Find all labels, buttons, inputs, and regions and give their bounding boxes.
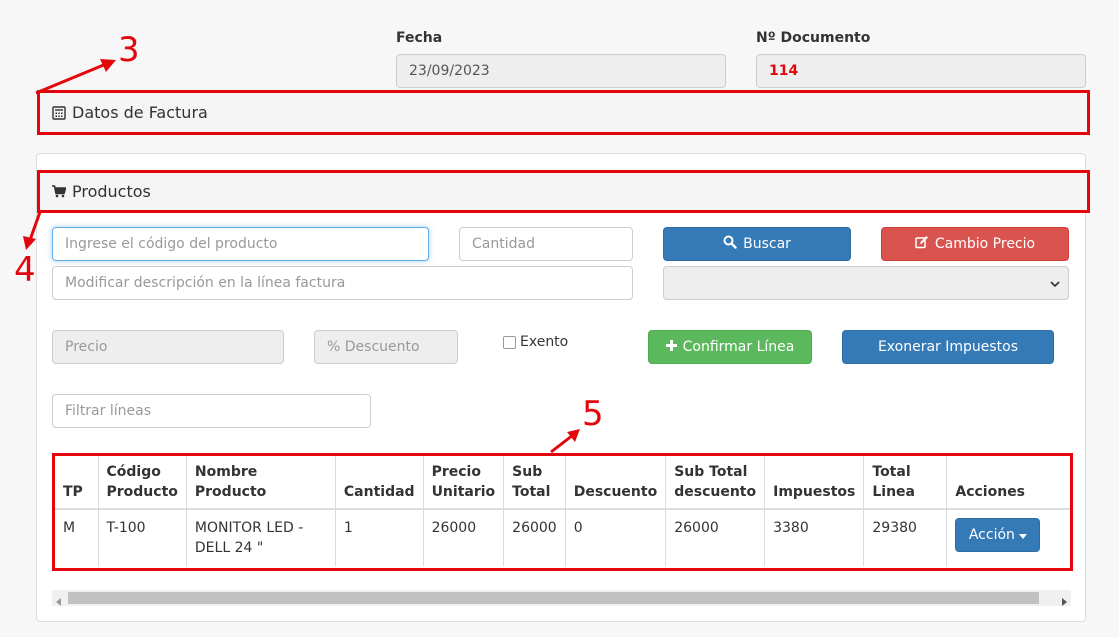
- horizontal-scrollbar[interactable]: [52, 590, 1071, 606]
- col-cantidad: Cantidad: [335, 456, 424, 510]
- col-subtotal-descuento: Sub Total descuento: [665, 456, 766, 510]
- scrollbar-thumb[interactable]: [68, 592, 1039, 604]
- col-subtotal: Sub Total: [503, 456, 566, 510]
- exonerar-label: Exonerar Impuestos: [877, 339, 1019, 355]
- cell-subtotal-descuento: 26000: [665, 509, 766, 566]
- documento-label: Nº Documento: [756, 30, 871, 46]
- col-acciones: Acciones: [946, 456, 1070, 510]
- cell-impuestos: 3380: [764, 509, 865, 566]
- cart-icon: [52, 185, 66, 198]
- cell-acciones: Acción: [947, 509, 1070, 566]
- cell-codigo: T-100: [98, 509, 187, 566]
- cell-precio: 26000: [423, 509, 505, 566]
- annotation-5: 5: [582, 394, 604, 434]
- confirmar-linea-button[interactable]: Confirmar Línea: [648, 330, 812, 364]
- calculator-icon: [52, 105, 66, 120]
- descripcion-input[interactable]: Modificar descripción en la línea factur…: [52, 266, 633, 300]
- fecha-field[interactable]: 23/09/2023: [396, 54, 726, 88]
- col-nombre: Nombre Producto: [186, 456, 336, 510]
- exento-checkbox[interactable]: [503, 335, 516, 349]
- col-tp: TP: [55, 456, 99, 510]
- buscar-button[interactable]: Buscar: [663, 227, 851, 261]
- codigo-producto-input[interactable]: Ingrese el código del producto: [52, 227, 429, 261]
- confirmar-linea-label: Confirmar Línea: [682, 339, 795, 355]
- exonerar-impuestos-button[interactable]: Exonerar Impuestos: [842, 330, 1054, 364]
- exento-option[interactable]: Exento: [503, 334, 568, 350]
- accion-dropdown-button[interactable]: Acción: [955, 518, 1041, 552]
- cell-tp: M: [55, 509, 99, 566]
- scroll-left-icon[interactable]: [56, 594, 62, 610]
- producto-select[interactable]: [663, 266, 1069, 300]
- cell-nombre: MONITOR LED - DELL 24 ": [186, 509, 336, 566]
- cambio-precio-button[interactable]: Cambio Precio: [881, 227, 1069, 261]
- col-total-linea: Total Linea: [863, 456, 948, 510]
- annotation-4: 4: [14, 250, 36, 290]
- col-precio: Precio Unitario: [423, 456, 505, 510]
- col-descuento: Descuento: [565, 456, 667, 510]
- edit-icon: [915, 235, 929, 253]
- scroll-right-icon[interactable]: [1061, 594, 1067, 610]
- precio-input[interactable]: Precio: [52, 330, 284, 364]
- col-codigo: Código Producto: [98, 456, 187, 510]
- annotation-arrow-4: [23, 211, 42, 250]
- cantidad-input[interactable]: Cantidad: [459, 227, 633, 261]
- caret-down-icon: [1018, 525, 1027, 545]
- cambio-precio-label: Cambio Precio: [934, 236, 1036, 252]
- fecha-label: Fecha: [396, 30, 443, 46]
- exento-label: Exento: [520, 334, 569, 350]
- table-header-row: TP Código Producto Nombre Producto Cantid…: [55, 456, 1070, 510]
- filtrar-lineas-input[interactable]: Filtrar líneas: [52, 394, 371, 428]
- documento-field[interactable]: 114: [756, 54, 1086, 88]
- buscar-label: Buscar: [743, 236, 791, 252]
- datos-factura-header[interactable]: Datos de Factura: [37, 90, 1090, 135]
- cell-total: 29380: [863, 509, 948, 566]
- productos-header[interactable]: Productos: [37, 170, 1090, 213]
- descuento-input[interactable]: % Descuento: [314, 330, 458, 364]
- plus-icon: [665, 339, 677, 355]
- cell-descuento: 0: [565, 509, 667, 566]
- accion-label: Acción: [968, 527, 1015, 543]
- cell-cantidad: 1: [335, 509, 424, 566]
- search-icon: [723, 235, 737, 253]
- lineas-table: TP Código Producto Nombre Producto Cantid…: [52, 453, 1073, 571]
- col-impuestos: Impuestos: [764, 456, 865, 510]
- chevron-down-icon: [1050, 277, 1060, 293]
- table-row: M T-100 MONITOR LED - DELL 24 " 1 26000 …: [55, 509, 1070, 566]
- cell-subtotal: 26000: [503, 509, 566, 566]
- productos-title: Productos: [72, 182, 151, 201]
- datos-factura-title: Datos de Factura: [72, 103, 208, 122]
